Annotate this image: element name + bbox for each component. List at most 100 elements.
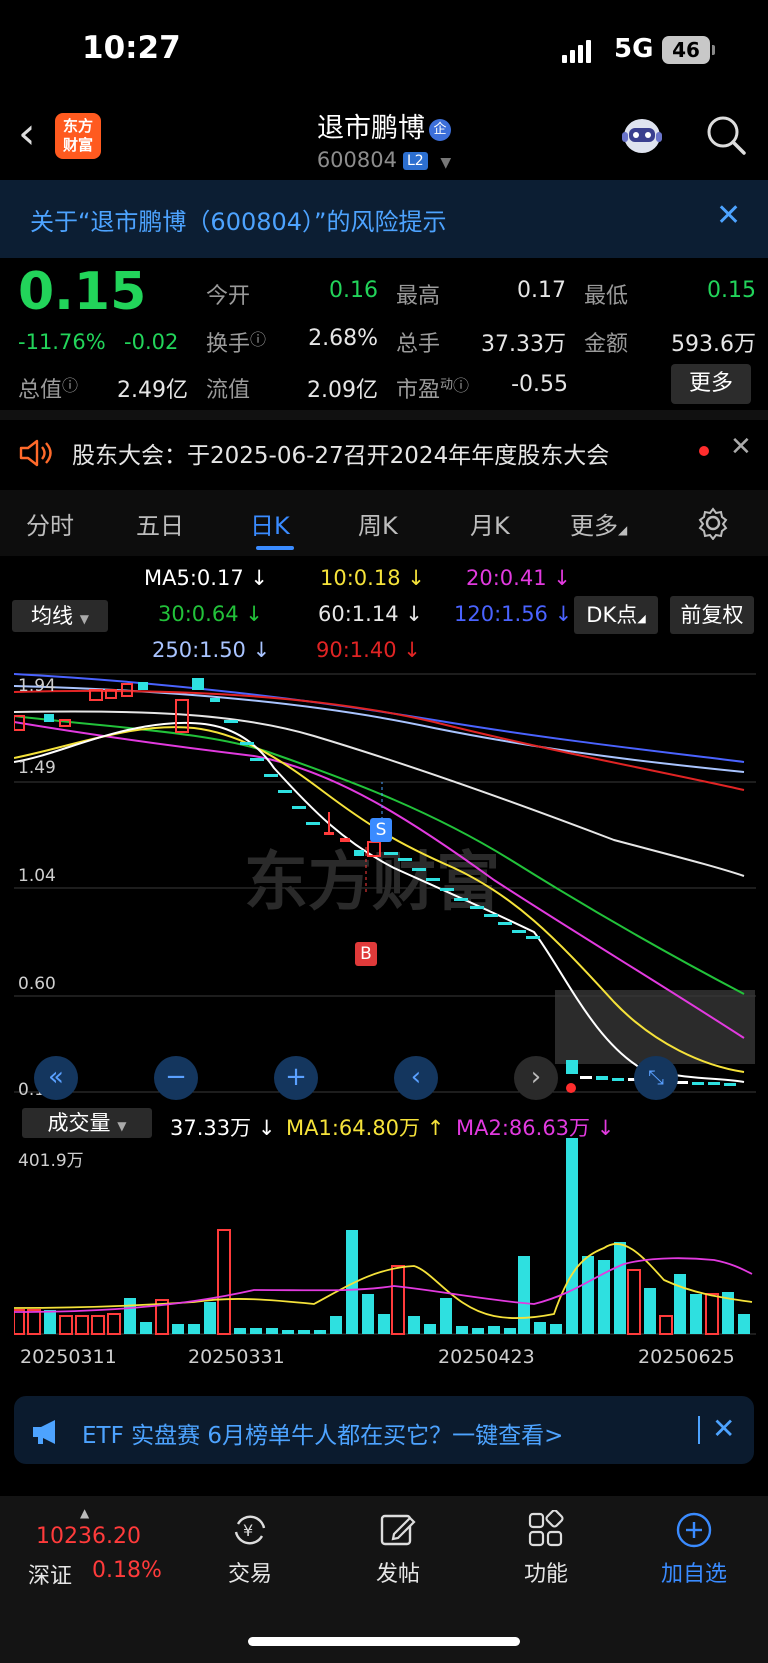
candle	[566, 1060, 578, 1074]
indicator-selector[interactable]: 均线 ▼	[12, 600, 108, 632]
mktcap-label[interactable]: 总值ⓘ	[18, 372, 78, 404]
volume-bar	[456, 1326, 468, 1334]
candle	[426, 878, 440, 881]
candle	[412, 868, 426, 871]
volume-bar	[217, 1229, 231, 1335]
candle	[512, 930, 526, 933]
dk-point-label: DK点	[586, 603, 638, 627]
arrow-down-icon: ↓	[250, 566, 268, 590]
candle	[526, 936, 540, 939]
mktcap-value: 2.49亿	[117, 378, 188, 403]
index-change-pct[interactable]: 0.18%	[92, 1558, 162, 1583]
volume-indicator-selector[interactable]: 成交量 ▼	[22, 1108, 152, 1138]
volume-bar	[330, 1316, 342, 1334]
info-icon: ⓘ	[453, 376, 470, 395]
pe-label[interactable]: 市盈动ⓘ	[396, 372, 469, 404]
volume-bar	[582, 1256, 594, 1334]
volume-bar	[172, 1324, 184, 1334]
tab-weekly-k[interactable]: 周K	[358, 506, 398, 541]
settings-gear-icon[interactable]	[696, 506, 730, 540]
arrow-down-icon: ↓	[596, 1116, 615, 1140]
trade-icon[interactable]: ¥	[230, 1510, 270, 1550]
tab-five-day[interactable]: 五日	[136, 506, 184, 541]
float-value: 2.09亿	[307, 378, 378, 403]
ma250-value: 250:1.50	[152, 638, 246, 662]
candle	[612, 1078, 624, 1081]
trade-tab[interactable]: 交易	[205, 1556, 295, 1588]
risk-close-icon[interactable]: ✕	[716, 198, 741, 233]
arrow-down-icon: ↓	[403, 638, 421, 662]
volume-bar	[250, 1328, 262, 1334]
risk-banner-text[interactable]: 关于“退市鹏博（600804）”的风险提示	[30, 202, 446, 237]
arrow-up-icon: ↑	[426, 1116, 445, 1140]
unread-dot	[699, 446, 709, 456]
post-tab[interactable]: 发帖	[353, 1556, 443, 1588]
candle	[306, 822, 320, 825]
home-indicator[interactable]	[248, 1637, 520, 1646]
functions-tab[interactable]: 功能	[501, 1556, 591, 1588]
candle	[708, 1082, 720, 1085]
more-button[interactable]: 更多	[671, 364, 751, 404]
volume-bar	[440, 1298, 452, 1334]
add-watchlist-icon[interactable]	[674, 1510, 714, 1550]
etf-close-icon[interactable]: ✕	[712, 1412, 735, 1445]
tab-monthly-k[interactable]: 月K	[470, 506, 510, 541]
scroll-right-button[interactable]: ›	[514, 1056, 558, 1100]
turnover-label[interactable]: 换手ⓘ	[206, 326, 266, 358]
kline-chart[interactable]: 东方财富	[14, 672, 756, 1096]
notice-close-icon[interactable]: ✕	[730, 432, 752, 462]
add-watchlist-tab[interactable]: 加自选	[649, 1556, 739, 1588]
volume-bar	[75, 1315, 89, 1335]
candle	[354, 850, 364, 856]
search-icon[interactable]	[704, 113, 748, 157]
tab-more[interactable]: 更多◢	[570, 506, 627, 541]
candle	[676, 1081, 688, 1084]
price-axis-label: 0.60	[18, 974, 56, 994]
expand-up-icon[interactable]: ▲	[80, 1506, 89, 1520]
scroll-to-start-button[interactable]: «	[34, 1056, 78, 1100]
dropdown-arrow-icon: ◢	[618, 523, 628, 537]
tab-intraday[interactable]: 分时	[26, 506, 74, 541]
divider	[698, 1416, 700, 1444]
volume-bar	[124, 1298, 136, 1334]
candle	[724, 1083, 736, 1086]
volume-bar	[550, 1324, 562, 1334]
buy-marker[interactable]: B	[355, 942, 377, 966]
ma20-label: 20:0.41 ↓	[466, 566, 571, 590]
dk-point-button[interactable]: DK点◢	[574, 596, 658, 634]
zoom-in-button[interactable]: +	[274, 1056, 318, 1100]
volume-chart[interactable]	[14, 1138, 756, 1338]
etf-promo-text[interactable]: ETF 实盘赛 6月榜单牛人都在买它？一键查看>	[82, 1416, 563, 1450]
mktcap-label-text: 总值	[18, 378, 63, 403]
notice-text[interactable]: 股东大会：于2025-06-27召开2024年年度股东大会	[72, 436, 609, 470]
arrow-down-icon: ↓	[245, 602, 263, 626]
ma120-value: 120:1.56	[454, 602, 548, 626]
ma250-line	[14, 685, 745, 773]
index-name[interactable]: 深证	[28, 1558, 72, 1590]
index-value[interactable]: 10236.20	[36, 1524, 141, 1549]
volume-selector-label: 成交量	[47, 1111, 111, 1135]
tab-indicator	[256, 546, 294, 550]
volume-value: 37.33万	[481, 332, 566, 357]
candle	[596, 1076, 608, 1080]
date-label: 20250331	[188, 1346, 285, 1368]
sell-marker[interactable]: S	[370, 818, 392, 842]
fullscreen-button[interactable]: ⤡	[634, 1056, 678, 1100]
functions-icon[interactable]	[526, 1510, 566, 1550]
volume-bar	[314, 1330, 326, 1334]
ma250-label: 250:1.50 ↓	[152, 638, 270, 662]
candle	[278, 790, 292, 793]
volume-bar	[204, 1302, 216, 1334]
post-icon[interactable]	[378, 1510, 418, 1550]
date-label: 20250311	[20, 1346, 117, 1368]
turnover-value: 2.68%	[308, 326, 378, 351]
scroll-left-button[interactable]: ‹	[394, 1056, 438, 1100]
adjust-price-button[interactable]: 前复权	[670, 596, 754, 634]
tab-daily-k[interactable]: 日K	[250, 506, 290, 541]
candle	[250, 758, 264, 761]
volume-bar	[674, 1274, 686, 1334]
candle	[484, 914, 498, 917]
assistant-robot-icon[interactable]	[618, 114, 666, 158]
zoom-out-button[interactable]: −	[154, 1056, 198, 1100]
enterprise-badge: 企	[429, 118, 451, 141]
